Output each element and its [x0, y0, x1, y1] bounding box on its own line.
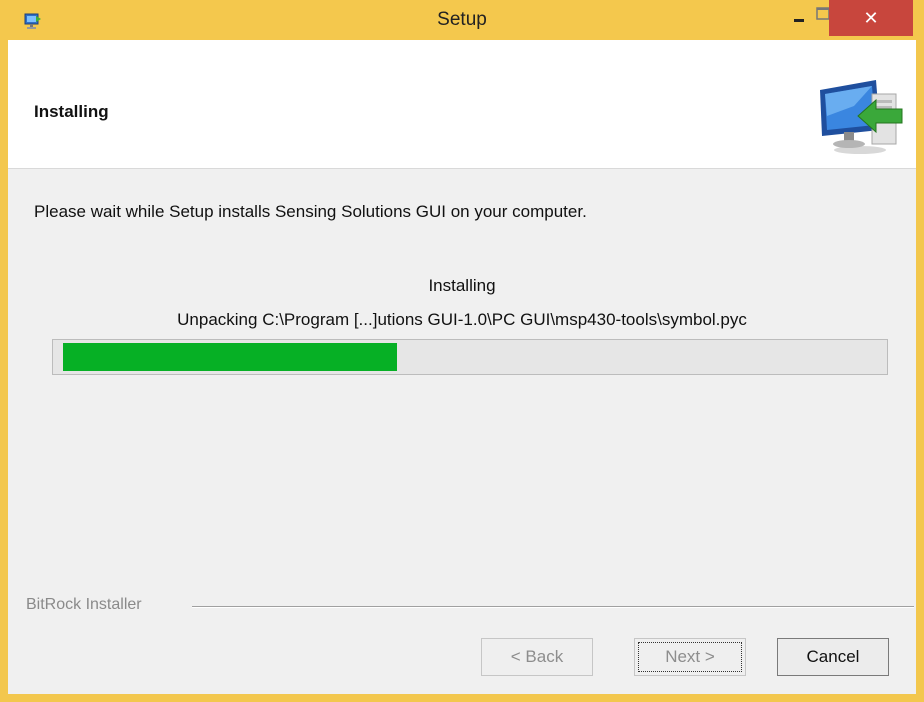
progress-bar: [52, 339, 888, 375]
setup-window: Setup ✕ Installing Please wait while Set…: [0, 0, 924, 702]
status-detail-text: Unpacking C:\Program [...]utions GUI-1.0…: [177, 310, 747, 329]
cancel-button[interactable]: Cancel: [777, 638, 889, 676]
close-icon: ✕: [863, 8, 879, 28]
progress-bar-fill: [63, 343, 397, 371]
status-text: Installing: [428, 276, 496, 295]
wizard-header: Installing: [8, 40, 916, 169]
back-button[interactable]: < Back: [481, 638, 593, 676]
install-description: Please wait while Setup installs Sensing…: [34, 202, 587, 221]
title-bar[interactable]: Setup ✕: [0, 0, 924, 40]
wizard-client-area: Installing Please wait while Setup insta…: [8, 40, 916, 694]
brand-separator: BitRock Installer: [8, 596, 916, 620]
close-button[interactable]: ✕: [829, 0, 913, 36]
page-title: Installing: [34, 102, 109, 121]
installer-brand-label: BitRock Installer: [26, 596, 142, 613]
computer-install-arrow-icon: [814, 76, 906, 156]
separator-line: [192, 606, 914, 608]
next-button[interactable]: Next >: [634, 638, 746, 676]
focus-ring: [638, 642, 742, 672]
